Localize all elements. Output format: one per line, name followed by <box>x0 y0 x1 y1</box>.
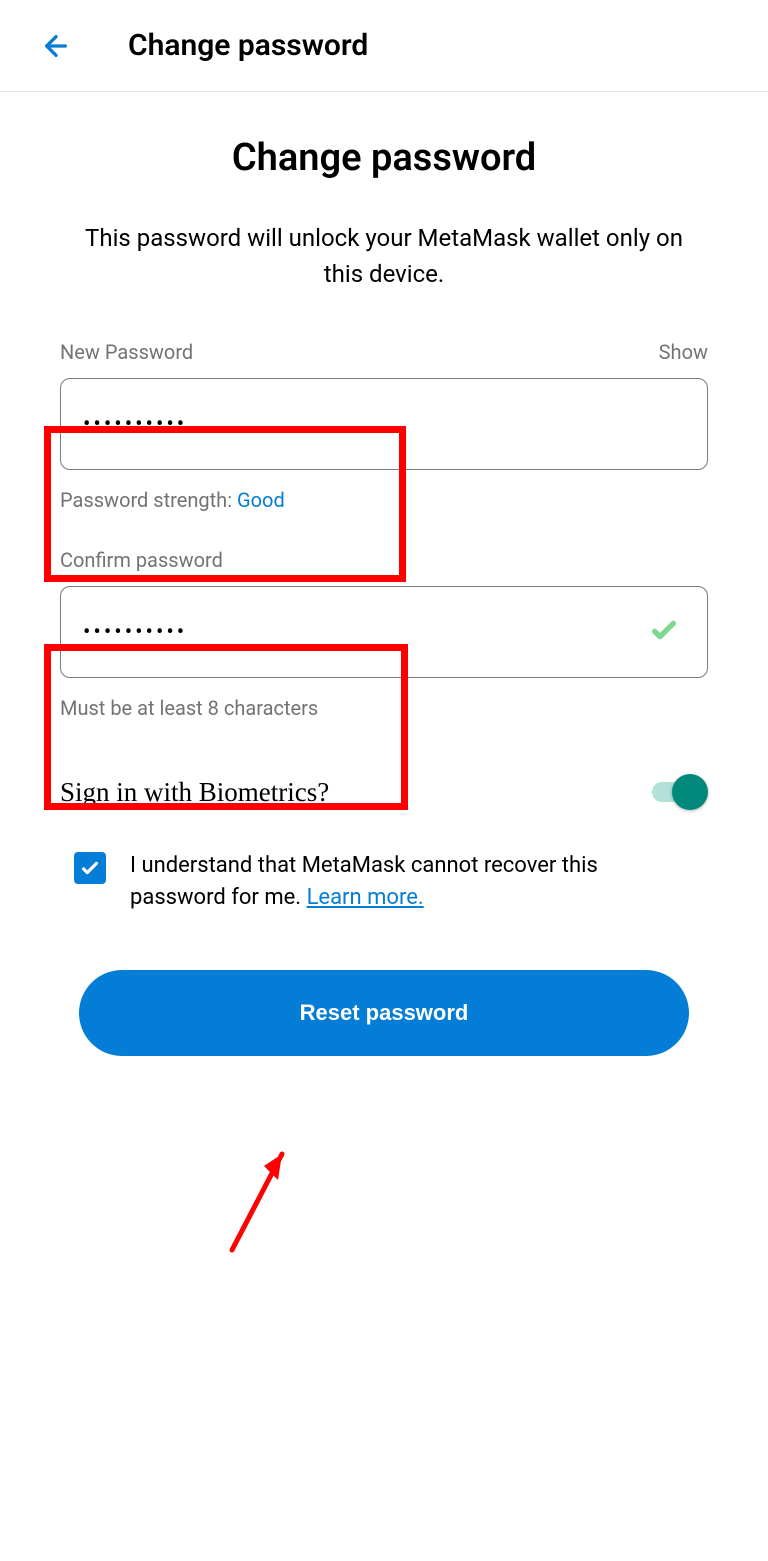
confirm-password-label-row: Confirm password <box>60 548 708 572</box>
show-password-toggle[interactable]: Show <box>659 340 708 364</box>
biometrics-row: Sign in with Biometrics? <box>60 774 708 810</box>
reset-password-button[interactable]: Reset password <box>79 970 689 1056</box>
password-strength-label: Password strength: <box>60 488 237 512</box>
acknowledge-checkbox[interactable] <box>74 852 106 884</box>
main-content: Change password This password will unloc… <box>0 92 768 1096</box>
acknowledge-text: I understand that MetaMask cannot recove… <box>130 850 694 914</box>
page-description: This password will unlock your MetaMask … <box>60 220 708 292</box>
confirm-password-label: Confirm password <box>60 548 223 572</box>
annotation-arrow-icon <box>222 1140 302 1260</box>
new-password-label: New Password <box>60 340 193 364</box>
new-password-label-row: New Password Show <box>60 340 708 364</box>
app-header: Change password <box>0 0 768 92</box>
password-strength: Password strength: Good <box>60 488 708 512</box>
confirm-password-input[interactable] <box>60 586 708 678</box>
confirm-match-check-icon <box>648 614 680 650</box>
password-strength-value: Good <box>237 488 285 512</box>
acknowledge-row: I understand that MetaMask cannot recove… <box>60 850 708 914</box>
new-password-group: New Password Show Password strength: Goo… <box>60 340 708 512</box>
confirm-password-hint: Must be at least 8 characters <box>60 696 708 720</box>
new-password-input[interactable] <box>60 378 708 470</box>
biometrics-toggle[interactable] <box>652 774 708 810</box>
back-arrow-icon[interactable] <box>40 30 72 62</box>
toggle-thumb <box>672 774 708 810</box>
new-password-input-wrap <box>60 378 708 470</box>
confirm-password-group: Confirm password Must be at least 8 char… <box>60 548 708 720</box>
page-title: Change password <box>60 136 708 180</box>
confirm-password-input-wrap <box>60 586 708 678</box>
learn-more-link[interactable]: Learn more. <box>307 885 424 910</box>
biometrics-label: Sign in with Biometrics? <box>60 777 329 808</box>
checkmark-icon <box>79 857 101 879</box>
header-title: Change password <box>128 28 368 63</box>
